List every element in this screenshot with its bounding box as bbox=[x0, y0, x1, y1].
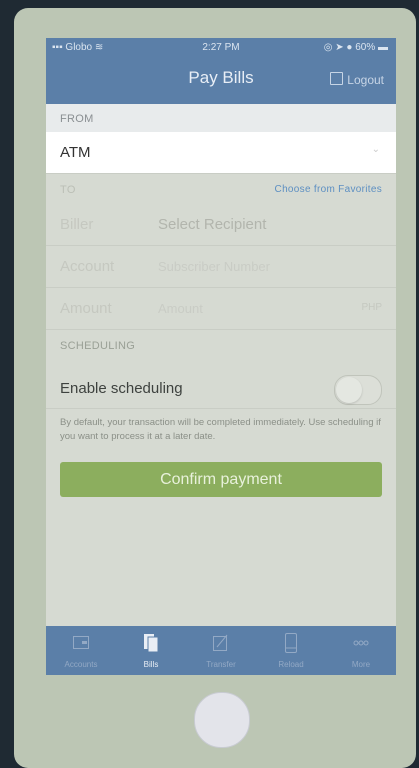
account-label: Account bbox=[60, 258, 115, 275]
scheduling-row: Enable scheduling bbox=[46, 370, 396, 409]
header-bar: ▪▪▪ Globo ≋ 2:27 PM ◎ ➤ ● 60% ▬ Pay Bill… bbox=[46, 38, 396, 104]
amount-input[interactable]: Amount bbox=[158, 301, 203, 316]
account-input[interactable]: Subscriber Number bbox=[158, 259, 270, 274]
amount-label: Amount bbox=[60, 300, 112, 317]
amount-field[interactable]: Amount Amount PHP bbox=[46, 288, 396, 330]
tab-more[interactable]: More bbox=[326, 626, 396, 675]
status-bar: ▪▪▪ Globo ≋ 2:27 PM ◎ ➤ ● 60% ▬ bbox=[46, 42, 396, 58]
scheduling-note: By default, your transaction will be com… bbox=[60, 417, 381, 442]
tab-accounts[interactable]: Accounts bbox=[46, 626, 116, 675]
confirm-payment-button[interactable]: Confirm payment bbox=[60, 462, 382, 497]
app-screen: ▪▪▪ Globo ≋ 2:27 PM ◎ ➤ ● 60% ▬ Pay Bill… bbox=[46, 38, 396, 675]
scheduling-section-header: SCHEDULING bbox=[60, 340, 136, 352]
tab-bills[interactable]: Bills bbox=[116, 626, 186, 675]
wallet-icon bbox=[73, 636, 89, 649]
battery-label: ◎ ➤ ● 60% ▬ bbox=[323, 42, 388, 53]
to-section-header: TO Choose from Favorites bbox=[60, 184, 382, 196]
bills-icon bbox=[144, 634, 159, 653]
tab-transfer[interactable]: Transfer bbox=[186, 626, 256, 675]
toggle-knob bbox=[336, 377, 362, 403]
transfer-icon bbox=[213, 634, 228, 651]
biller-value: Select Recipient bbox=[158, 216, 267, 233]
from-section-header: FROM bbox=[46, 104, 396, 132]
phone-icon bbox=[285, 633, 297, 653]
lock-icon bbox=[330, 72, 344, 85]
tab-bar: Accounts Bills Transfer Reload More bbox=[46, 626, 396, 675]
scheduling-label: Enable scheduling bbox=[60, 380, 183, 397]
more-icon bbox=[353, 640, 369, 646]
biller-label: Biller bbox=[60, 216, 94, 233]
home-button[interactable] bbox=[194, 692, 250, 748]
currency-label: PHP bbox=[361, 302, 382, 313]
choose-favorites-link[interactable]: Choose from Favorites bbox=[275, 184, 382, 195]
scheduling-toggle[interactable] bbox=[334, 375, 382, 405]
logout-button[interactable]: Logout bbox=[330, 72, 384, 87]
chevron-down-icon: ⌄ bbox=[371, 144, 380, 155]
from-account-value: ATM bbox=[60, 144, 91, 161]
from-account-select[interactable]: ATM ⌄ bbox=[46, 132, 396, 174]
account-field[interactable]: Account Subscriber Number bbox=[46, 246, 396, 288]
biller-field[interactable]: Biller Select Recipient bbox=[46, 204, 396, 246]
tab-reload[interactable]: Reload bbox=[256, 626, 326, 675]
